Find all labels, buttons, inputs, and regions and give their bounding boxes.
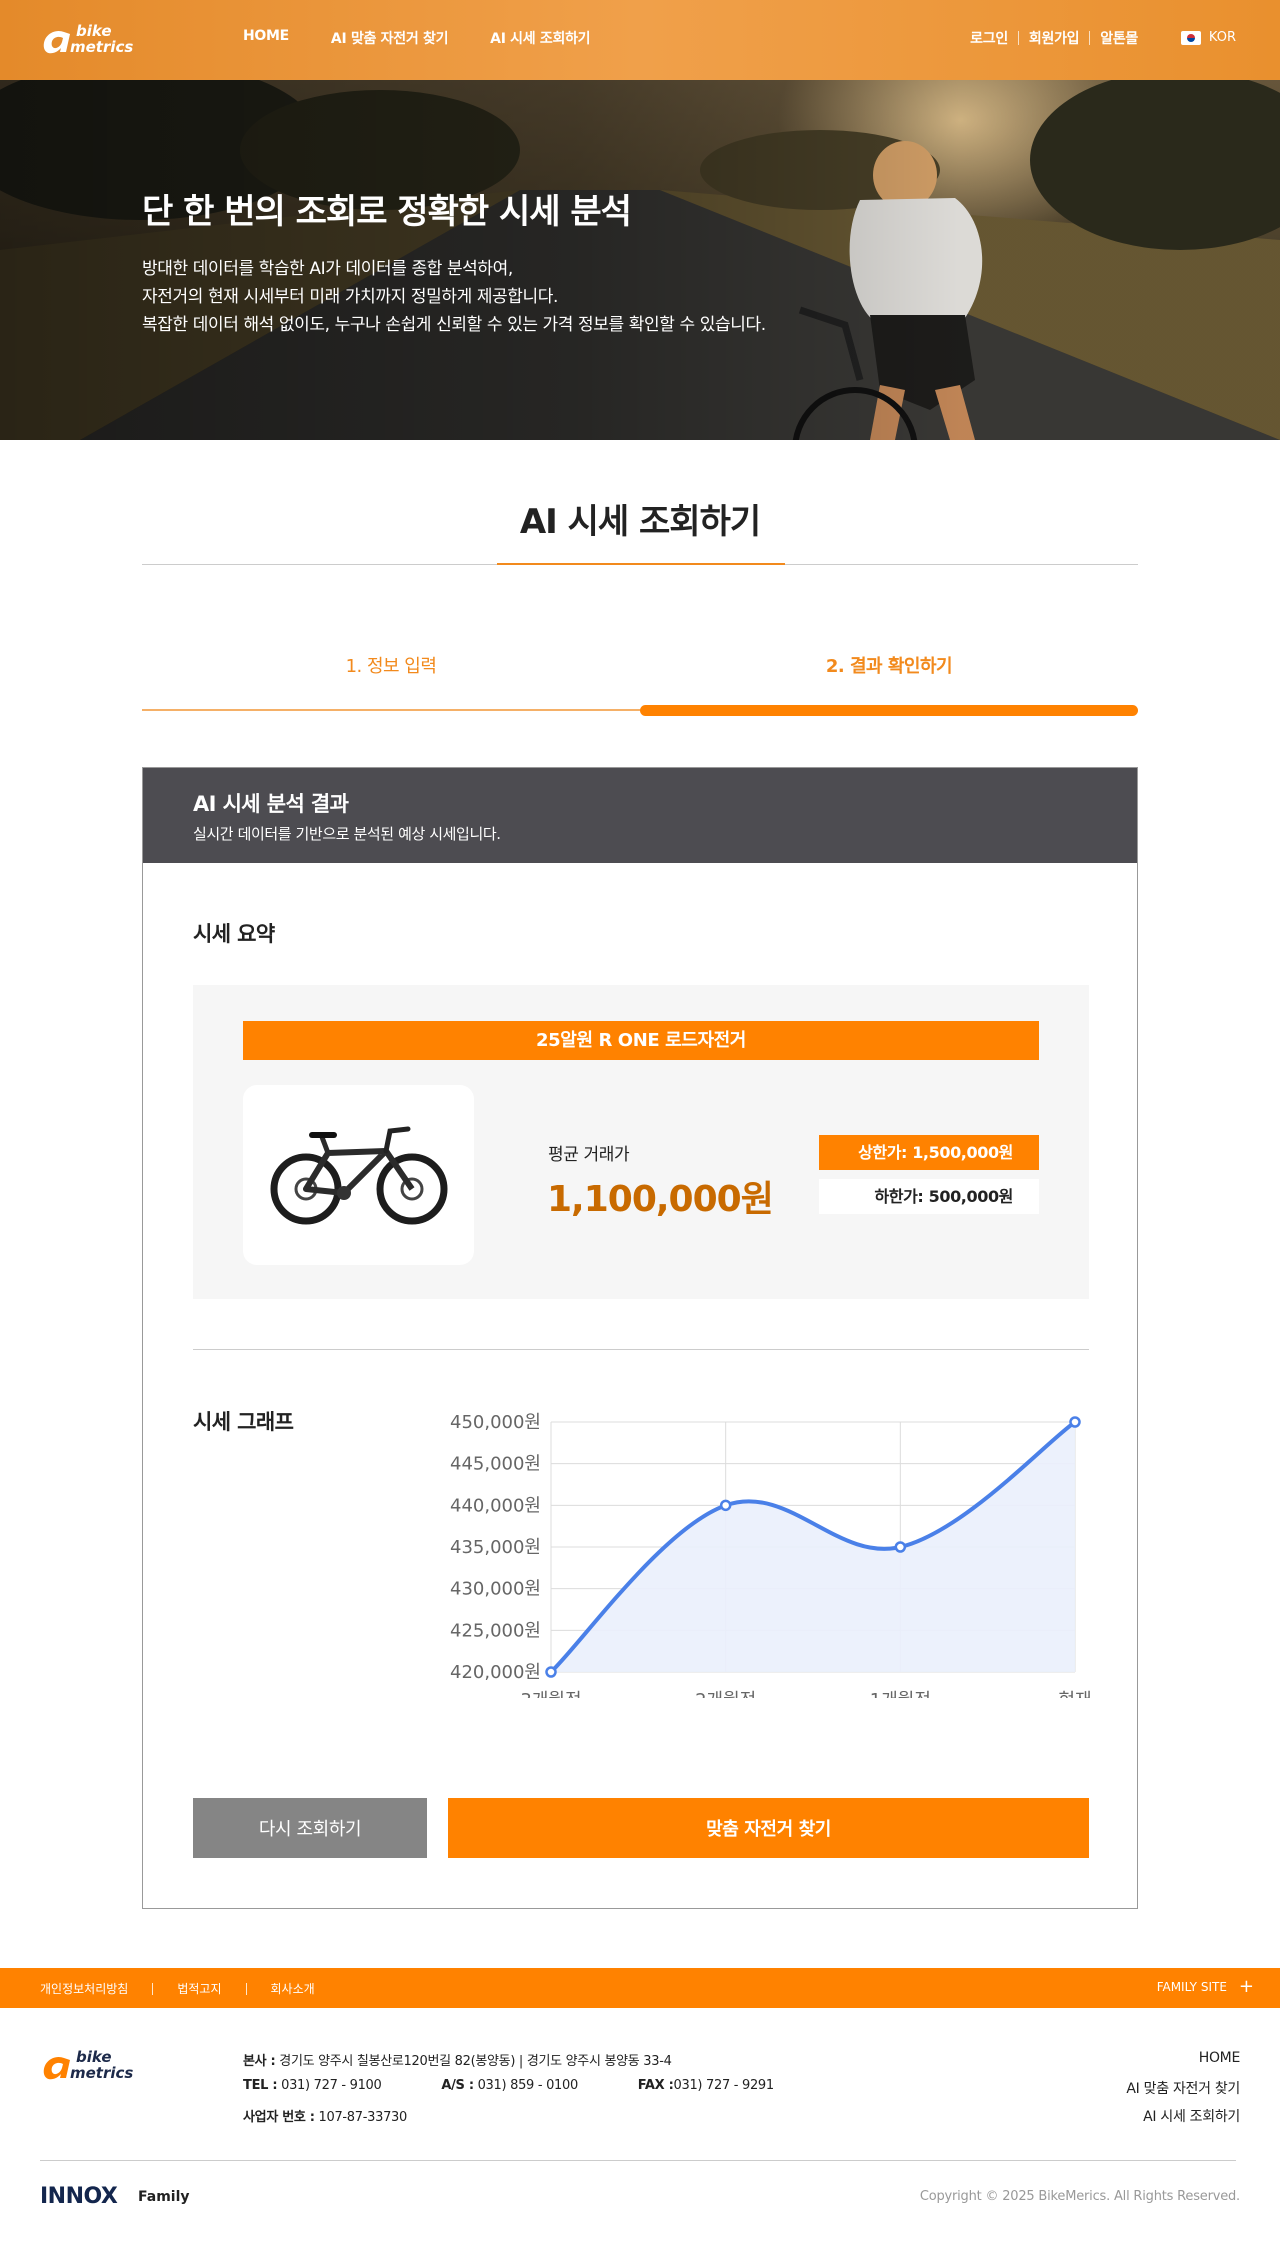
retry-lookup-button[interactable]: 다시 조회하기 <box>193 1798 427 1858</box>
price-chart: 450,000원 445,000원 440,000원 435,000원 430,000원… <box>450 1412 1092 1698</box>
chart-data-point <box>1069 1416 1081 1428</box>
bikemetrics-logo[interactable]: bike metrics <box>40 18 150 60</box>
average-price-label: 평균 거래가 <box>548 1145 630 1165</box>
result-subtitle: 실시간 데이터를 기반으로 분석된 예상 시세입니다. <box>193 825 501 843</box>
footer-logo[interactable]: bike metrics <box>40 2044 150 2086</box>
lower-price-badge: 하한가: 500,000원 <box>819 1179 1039 1214</box>
nav-ai-price-lookup[interactable]: AI 시세 조회하기 <box>490 28 590 48</box>
step-info-input[interactable]: 1. 정보 입력 <box>142 652 640 678</box>
hero-description-line: 방대한 데이터를 학습한 AI가 데이터를 종합 분석하여, <box>142 259 513 279</box>
step-progress-active <box>640 705 1138 716</box>
hero-title: 단 한 번의 조회로 정확한 시세 분석 <box>142 192 632 232</box>
footer-nav-home[interactable]: HOME <box>1199 2050 1241 2066</box>
divider <box>245 1982 247 1995</box>
login-link[interactable]: 로그인 <box>970 28 1008 48</box>
footer-business-number: 사업자 번호 : 107-87-33730 <box>243 2110 407 2125</box>
svg-text:metrics: metrics <box>70 38 133 56</box>
result-panel: AI 시세 분석 결과 실시간 데이터를 기반으로 분석된 예상 시세입니다. … <box>142 767 1138 1909</box>
footer-contacts: TEL : 031) 727 - 9100 A/S : 031) 859 - 0… <box>243 2078 774 2093</box>
bike-image-card <box>243 1085 474 1265</box>
footer-divider <box>40 2160 1236 2161</box>
x-tick-label: 1개월전 <box>870 1690 931 1698</box>
bike-image <box>270 1126 448 1225</box>
step-progress-inactive <box>142 709 640 711</box>
hero-description-line: 복잡한 데이터 해석 없이도, 누구나 손쉽게 신뢰할 수 있는 가격 정보를 … <box>142 315 766 335</box>
nav-ai-bike-finder[interactable]: AI 맞춤 자전거 찾기 <box>331 28 449 48</box>
footer-address: 본사 : 경기도 양주시 칠봉산로120번길 82(봉양동) | 경기도 양주시… <box>243 2054 672 2069</box>
divider <box>152 1982 154 1995</box>
average-price-value: 1,100,000원 <box>547 1179 774 1220</box>
x-tick-label: 3개월전 <box>520 1690 581 1698</box>
y-tick-label: 440,000원 <box>450 1495 541 1516</box>
page-title: AI 시세 조회하기 <box>519 502 761 542</box>
site-header: bike metrics HOME AI 맞춤 자전거 찾기 AI 시세 조회하… <box>0 0 1280 80</box>
main-nav: HOME AI 맞춤 자전거 찾기 AI 시세 조회하기 <box>243 28 591 48</box>
utility-nav: 로그인 회원가입 알톤몰 <box>970 28 1138 48</box>
svg-text:metrics: metrics <box>70 2064 133 2082</box>
title-accent-line <box>497 563 785 565</box>
y-tick-label: 430,000원 <box>450 1579 541 1600</box>
y-tick-label: 450,000원 <box>450 1412 541 1433</box>
result-title: AI 시세 분석 결과 <box>193 792 349 816</box>
y-tick-label: 435,000원 <box>450 1537 541 1558</box>
model-name: 25알원 R ONE 로드자전거 <box>243 1021 1039 1060</box>
x-tick-label: 현재 <box>1058 1690 1091 1698</box>
alton-mall-link[interactable]: 알톤몰 <box>1100 28 1138 48</box>
legal-notice-link[interactable]: 법적고지 <box>177 1980 221 1997</box>
language-selector[interactable]: KOR <box>1180 30 1236 45</box>
step-result[interactable]: 2. 결과 확인하기 <box>640 652 1138 678</box>
chart-data-point <box>894 1541 907 1553</box>
footer-bar: 개인정보처리방침 법적고지 회사소개 FAMILY SITE + <box>0 1968 1280 2008</box>
innox-family-label: Family <box>138 2189 190 2205</box>
hero-description-line: 자전거의 현재 시세부터 미래 가치까지 정밀하게 제공합니다. <box>142 287 559 307</box>
copyright: Copyright © 2025 BikeMerics. All Rights … <box>919 2189 1240 2204</box>
korea-flag-icon <box>1180 30 1201 45</box>
company-intro-link[interactable]: 회사소개 <box>271 1980 315 1997</box>
chart-data-point <box>545 1666 557 1678</box>
footer-links: 개인정보처리방침 법적고지 회사소개 <box>40 1980 315 1997</box>
signup-link[interactable]: 회원가입 <box>1029 28 1080 48</box>
nav-home[interactable]: HOME <box>243 28 289 48</box>
y-tick-label: 445,000원 <box>450 1454 541 1475</box>
family-site-toggle[interactable]: FAMILY SITE + <box>1156 1976 1254 1997</box>
section-divider <box>193 1349 1089 1350</box>
footer-nav-ai-price-lookup[interactable]: AI 시세 조회하기 <box>1143 2106 1240 2126</box>
hero-banner: 단 한 번의 조회로 정확한 시세 분석 방대한 데이터를 학습한 AI가 데이… <box>0 80 1280 440</box>
result-panel-header: AI 시세 분석 결과 실시간 데이터를 기반으로 분석된 예상 시세입니다. <box>143 768 1137 863</box>
upper-price-badge: 상한가: 1,500,000원 <box>819 1135 1039 1170</box>
privacy-policy-link[interactable]: 개인정보처리방침 <box>40 1980 128 1997</box>
graph-section-title: 시세 그래프 <box>193 1410 294 1434</box>
summary-section-title: 시세 요약 <box>193 922 275 946</box>
footer-nav-ai-bike-finder[interactable]: AI 맞춤 자전거 찾기 <box>1126 2078 1240 2098</box>
plus-icon: + <box>1238 1976 1254 1997</box>
family-site-label: FAMILY SITE <box>1156 1980 1227 1994</box>
find-bike-button[interactable]: 맞춤 자전거 찾기 <box>448 1798 1089 1858</box>
y-tick-label: 420,000원 <box>450 1662 541 1683</box>
price-summary-box: 25알원 R ONE 로드자전거 평균 거래가 1,100,000원 상한가: … <box>193 985 1089 1299</box>
x-tick-label: 2개월전 <box>695 1690 756 1698</box>
innox-logo[interactable]: INNOX <box>40 2184 118 2209</box>
divider <box>1089 31 1091 45</box>
divider <box>1017 31 1019 45</box>
language-label: KOR <box>1208 30 1236 45</box>
chart-data-point <box>719 1499 732 1512</box>
y-tick-label: 425,000원 <box>450 1620 541 1641</box>
